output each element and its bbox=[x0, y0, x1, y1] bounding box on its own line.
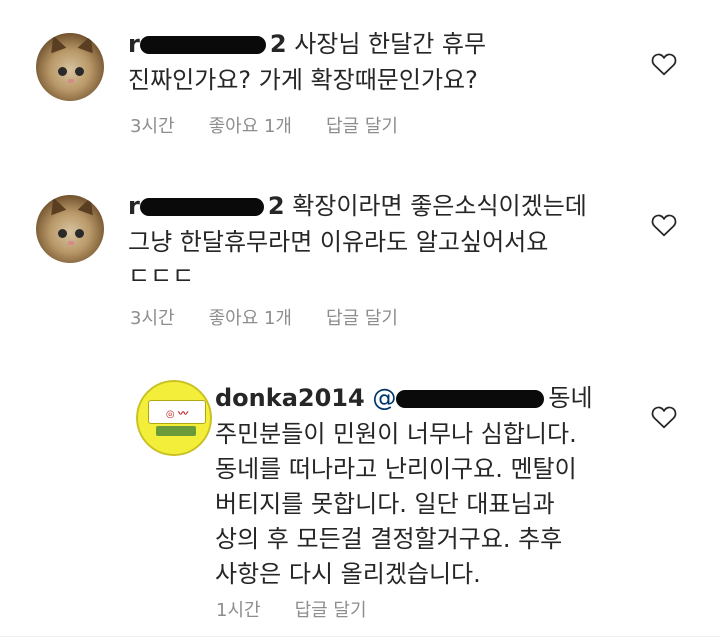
redacted-mention bbox=[396, 390, 545, 408]
heart-outline-icon[interactable] bbox=[651, 405, 677, 429]
comment-body: 동네 bbox=[548, 384, 593, 412]
comment-body: 사항은 다시 올리겠습니다. bbox=[215, 560, 481, 588]
comment-reply: ◎ 〰 donka2014 @ 동네 주민분들이 민원이 너무나 심합니다. 동네… bbox=[0, 0, 720, 636]
comment-body: 버티지를 못합니다. 일단 대표님과 bbox=[215, 490, 555, 518]
comment-body: 상의 후 모든걸 결정할거구요. 추후 bbox=[215, 525, 563, 553]
timestamp: 1시간 bbox=[216, 600, 261, 621]
mention[interactable]: @ bbox=[372, 384, 396, 412]
comment-body: 주민분들이 민원이 너무나 심합니다. bbox=[215, 420, 577, 448]
comment-meta: 1시간 답글 달기 bbox=[216, 596, 401, 622]
store-logo-image: ◎ 〰 bbox=[136, 380, 212, 456]
logo-band bbox=[156, 426, 196, 436]
username[interactable]: donka2014 bbox=[215, 384, 365, 412]
reply-button[interactable]: 답글 달기 bbox=[295, 600, 367, 621]
logo-icon: ◎ 〰 bbox=[148, 400, 206, 424]
comment-text-line: donka2014 @ 동네 bbox=[215, 380, 593, 416]
avatar[interactable]: ◎ 〰 bbox=[136, 380, 212, 456]
comment-body: 동네를 떠나라고 난리이구요. 멘탈이 bbox=[215, 455, 577, 483]
divider bbox=[0, 636, 720, 637]
